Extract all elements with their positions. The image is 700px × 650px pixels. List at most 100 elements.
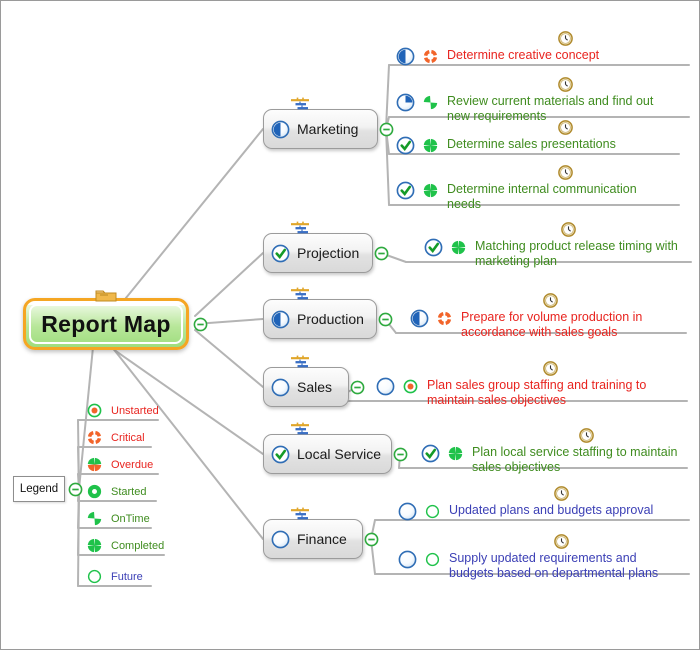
topic-row[interactable]: Plan local service staffing to maintain … xyxy=(421,444,677,475)
clock-icon xyxy=(543,293,558,313)
legend-item-label: Critical xyxy=(111,431,145,444)
legend-item-completed[interactable]: Completed xyxy=(87,538,164,553)
status-critical-icon xyxy=(437,311,452,326)
branch-progress-icon xyxy=(271,530,290,549)
clock-icon xyxy=(561,222,576,242)
branch-label: Sales xyxy=(297,379,333,395)
topic-row[interactable]: Determine sales presentations xyxy=(396,136,616,155)
branch-node-local-service[interactable]: Local Service xyxy=(263,434,392,474)
topic-label: Updated plans and budgets approval xyxy=(449,503,654,517)
clock-icon xyxy=(558,120,573,140)
mindmap-canvas: Report Map Marketing Determine creative co… xyxy=(0,0,700,650)
topic-progress-icon xyxy=(424,238,443,257)
topic-progress-icon xyxy=(376,377,395,396)
status-unstarted-icon xyxy=(87,403,102,418)
topic-label: Matching product release timing with mar… xyxy=(475,239,678,268)
branch-progress-icon xyxy=(271,120,290,139)
branch-collapse-button[interactable] xyxy=(393,447,408,467)
branch-collapse-button[interactable] xyxy=(374,246,389,266)
topic-label: Determine sales presentations xyxy=(447,137,616,151)
status-completed-icon xyxy=(448,446,463,461)
topic-progress-icon xyxy=(396,47,415,66)
legend-item-label: Started xyxy=(111,485,147,498)
status-completed-icon xyxy=(87,538,102,553)
branch-label: Projection xyxy=(297,245,360,261)
status-ontime-icon xyxy=(87,511,102,526)
branch-node-marketing[interactable]: Marketing xyxy=(263,109,378,149)
clock-icon xyxy=(558,31,573,51)
topic-progress-icon xyxy=(398,550,417,569)
clock-icon xyxy=(554,486,569,506)
branch-collapse-button[interactable] xyxy=(378,312,393,332)
topic-progress-icon xyxy=(398,502,417,521)
clock-icon xyxy=(558,77,573,97)
status-completed-icon xyxy=(423,183,438,198)
branch-collapse-button[interactable] xyxy=(379,122,394,142)
branch-node-production[interactable]: Production xyxy=(263,299,377,339)
legend-node[interactable]: Legend xyxy=(13,476,65,502)
legend-item-future[interactable]: Future xyxy=(87,569,143,584)
topic-label: Prepare for volume production in accorda… xyxy=(461,310,643,339)
legend-item-overdue[interactable]: Overdue xyxy=(87,457,153,472)
task-info-icon xyxy=(289,354,311,377)
task-info-icon xyxy=(289,96,311,119)
status-future-icon xyxy=(87,569,102,584)
branch-progress-icon xyxy=(271,244,290,263)
task-info-icon xyxy=(289,286,311,309)
legend-item-label: Unstarted xyxy=(111,404,159,417)
branch-label: Finance xyxy=(297,531,347,547)
branch-progress-icon xyxy=(271,378,290,397)
status-critical-icon xyxy=(87,430,102,445)
topic-row[interactable]: Determine internal communication needs xyxy=(396,181,637,212)
clock-icon xyxy=(558,165,573,185)
legend-label: Legend xyxy=(19,483,59,495)
task-info-icon xyxy=(289,506,311,529)
topic-progress-icon xyxy=(396,136,415,155)
legend-item-critical[interactable]: Critical xyxy=(87,430,145,445)
topic-row[interactable]: Plan sales group staffing and training t… xyxy=(376,377,646,408)
legend-item-label: OnTime xyxy=(111,512,150,525)
status-completed-icon xyxy=(423,138,438,153)
branch-collapse-button[interactable] xyxy=(364,532,379,552)
legend-collapse-button[interactable] xyxy=(68,482,83,502)
topic-row[interactable]: Matching product release timing with mar… xyxy=(424,238,678,269)
topic-row[interactable]: Review current materials and find out ne… xyxy=(396,93,653,124)
topic-label: Plan local service staffing to maintain … xyxy=(472,445,678,474)
status-completed-icon xyxy=(451,240,466,255)
task-info-icon xyxy=(289,220,311,243)
folder-icon xyxy=(95,287,117,307)
topic-row[interactable]: Supply updated requirements and budgets … xyxy=(398,550,658,581)
legend-item-label: Future xyxy=(111,570,143,583)
clock-icon xyxy=(579,428,594,448)
legend-item-started[interactable]: Started xyxy=(87,484,146,499)
branch-node-finance[interactable]: Finance xyxy=(263,519,363,559)
clock-icon xyxy=(543,361,558,381)
topic-label: Plan sales group staffing and training t… xyxy=(427,378,647,407)
branch-collapse-button[interactable] xyxy=(350,380,365,400)
branch-node-projection[interactable]: Projection xyxy=(263,233,373,273)
root-collapse-button[interactable] xyxy=(193,317,208,337)
legend-item-label: Overdue xyxy=(111,458,154,471)
status-future-icon xyxy=(425,552,440,567)
branch-progress-icon xyxy=(271,445,290,464)
branch-progress-icon xyxy=(271,310,290,329)
topic-progress-icon xyxy=(396,181,415,200)
legend-item-unstarted[interactable]: Unstarted xyxy=(87,403,159,418)
legend-item-label: Completed xyxy=(111,539,165,552)
topic-label: Supply updated requirements and budgets … xyxy=(449,551,659,580)
topic-progress-icon xyxy=(410,309,429,328)
root-label: Report Map xyxy=(41,310,171,337)
branch-label: Production xyxy=(297,311,364,327)
status-overdue-icon xyxy=(87,457,102,472)
topic-progress-icon xyxy=(421,444,440,463)
topic-progress-icon xyxy=(396,93,415,112)
branch-label: Local Service xyxy=(297,446,382,462)
status-critical-icon xyxy=(423,49,438,64)
legend-item-ontime[interactable]: OnTime xyxy=(87,511,150,526)
status-future-icon xyxy=(425,504,440,519)
topic-label: Determine creative concept xyxy=(447,48,600,62)
topic-row[interactable]: Updated plans and budgets approval xyxy=(398,502,653,521)
topic-row[interactable]: Prepare for volume production in accorda… xyxy=(410,309,642,340)
branch-label: Marketing xyxy=(297,121,359,137)
status-ontime-icon xyxy=(423,95,438,110)
